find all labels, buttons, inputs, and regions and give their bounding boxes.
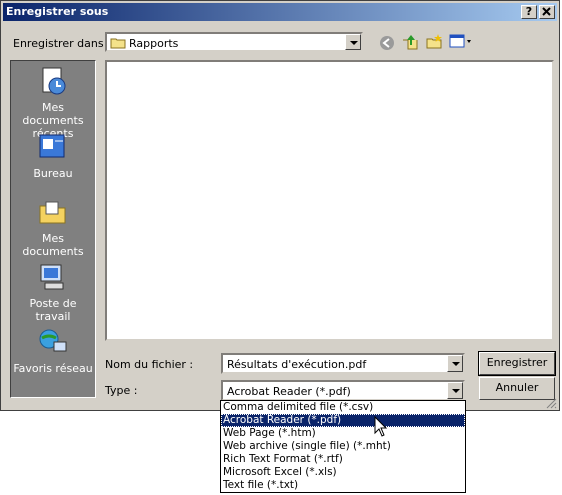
filetype-option[interactable]: Comma delimited file (*.csv) xyxy=(221,401,465,414)
filetype-dropdown-list: Comma delimited file (*.csv) Acrobat Rea… xyxy=(220,400,466,493)
place-label: Bureau xyxy=(33,167,73,180)
filetype-value: Acrobat Reader (*.pdf) xyxy=(227,385,351,398)
filetype-option[interactable]: Microsoft Excel (*.xls) xyxy=(221,466,465,479)
desktop-icon xyxy=(39,134,65,158)
filename-dropdown-arrow[interactable] xyxy=(447,355,463,372)
place-label: Mes documents xyxy=(22,232,84,258)
title-bar[interactable]: Enregistrer sous ? xyxy=(3,3,557,21)
network-places-icon xyxy=(39,329,67,352)
save-in-value: Rapports xyxy=(129,37,179,50)
filename-input[interactable]: Résultats d'exécution.pdf xyxy=(221,353,465,374)
cancel-button[interactable]: Annuler xyxy=(479,377,555,400)
filename-label: Nom du fichier : xyxy=(105,358,194,371)
filetype-option[interactable]: Rich Text Format (*.rtf) xyxy=(221,453,465,466)
place-network[interactable]: Favoris réseau xyxy=(11,326,95,375)
back-icon[interactable] xyxy=(379,35,395,51)
close-button[interactable] xyxy=(539,5,555,19)
my-computer-icon xyxy=(40,264,64,290)
save-in-dropdown-arrow[interactable] xyxy=(345,34,361,50)
up-folder-icon[interactable] xyxy=(401,33,419,51)
recent-documents-icon xyxy=(42,67,66,95)
place-my-documents[interactable]: Mes documents xyxy=(11,196,95,258)
save-as-dialog: Enregistrer sous ? Enregistrer dans : Ra… xyxy=(0,0,560,411)
filetype-option[interactable]: Web archive (single file) (*.mht) xyxy=(221,440,465,453)
filetype-option-selected[interactable]: Acrobat Reader (*.pdf) xyxy=(221,414,465,427)
places-bar: Mes documents récents Bureau Mes documen… xyxy=(10,60,96,398)
resize-grip-icon[interactable] xyxy=(545,397,557,409)
save-in-combo[interactable]: Rapports xyxy=(105,32,363,52)
new-folder-icon[interactable] xyxy=(425,33,443,51)
place-label: Poste de travail xyxy=(29,297,77,323)
place-label: Favoris réseau xyxy=(13,362,93,375)
place-desktop[interactable]: Bureau xyxy=(11,131,95,180)
file-list[interactable] xyxy=(105,60,554,341)
close-icon xyxy=(542,7,551,16)
filename-value: Résultats d'exécution.pdf xyxy=(227,358,367,371)
my-documents-icon xyxy=(39,201,66,224)
save-in-label: Enregistrer dans : xyxy=(13,37,111,50)
view-menu-icon[interactable] xyxy=(449,34,473,50)
place-my-computer[interactable]: Poste de travail xyxy=(11,261,95,323)
help-button[interactable]: ? xyxy=(521,5,537,19)
filetype-dropdown-arrow[interactable] xyxy=(447,382,463,399)
folder-icon xyxy=(110,38,126,49)
filetype-option[interactable]: Text file (*.txt) xyxy=(221,479,465,492)
filetype-option[interactable]: Web Page (*.htm) xyxy=(221,427,465,440)
window-title: Enregistrer sous xyxy=(6,5,109,18)
save-button[interactable]: Enregistrer xyxy=(478,351,556,376)
filetype-combo[interactable]: Acrobat Reader (*.pdf) xyxy=(221,380,465,401)
place-recent-documents[interactable]: Mes documents récents xyxy=(11,65,95,140)
mouse-cursor-icon xyxy=(374,416,388,437)
filetype-label: Type : xyxy=(105,384,138,397)
